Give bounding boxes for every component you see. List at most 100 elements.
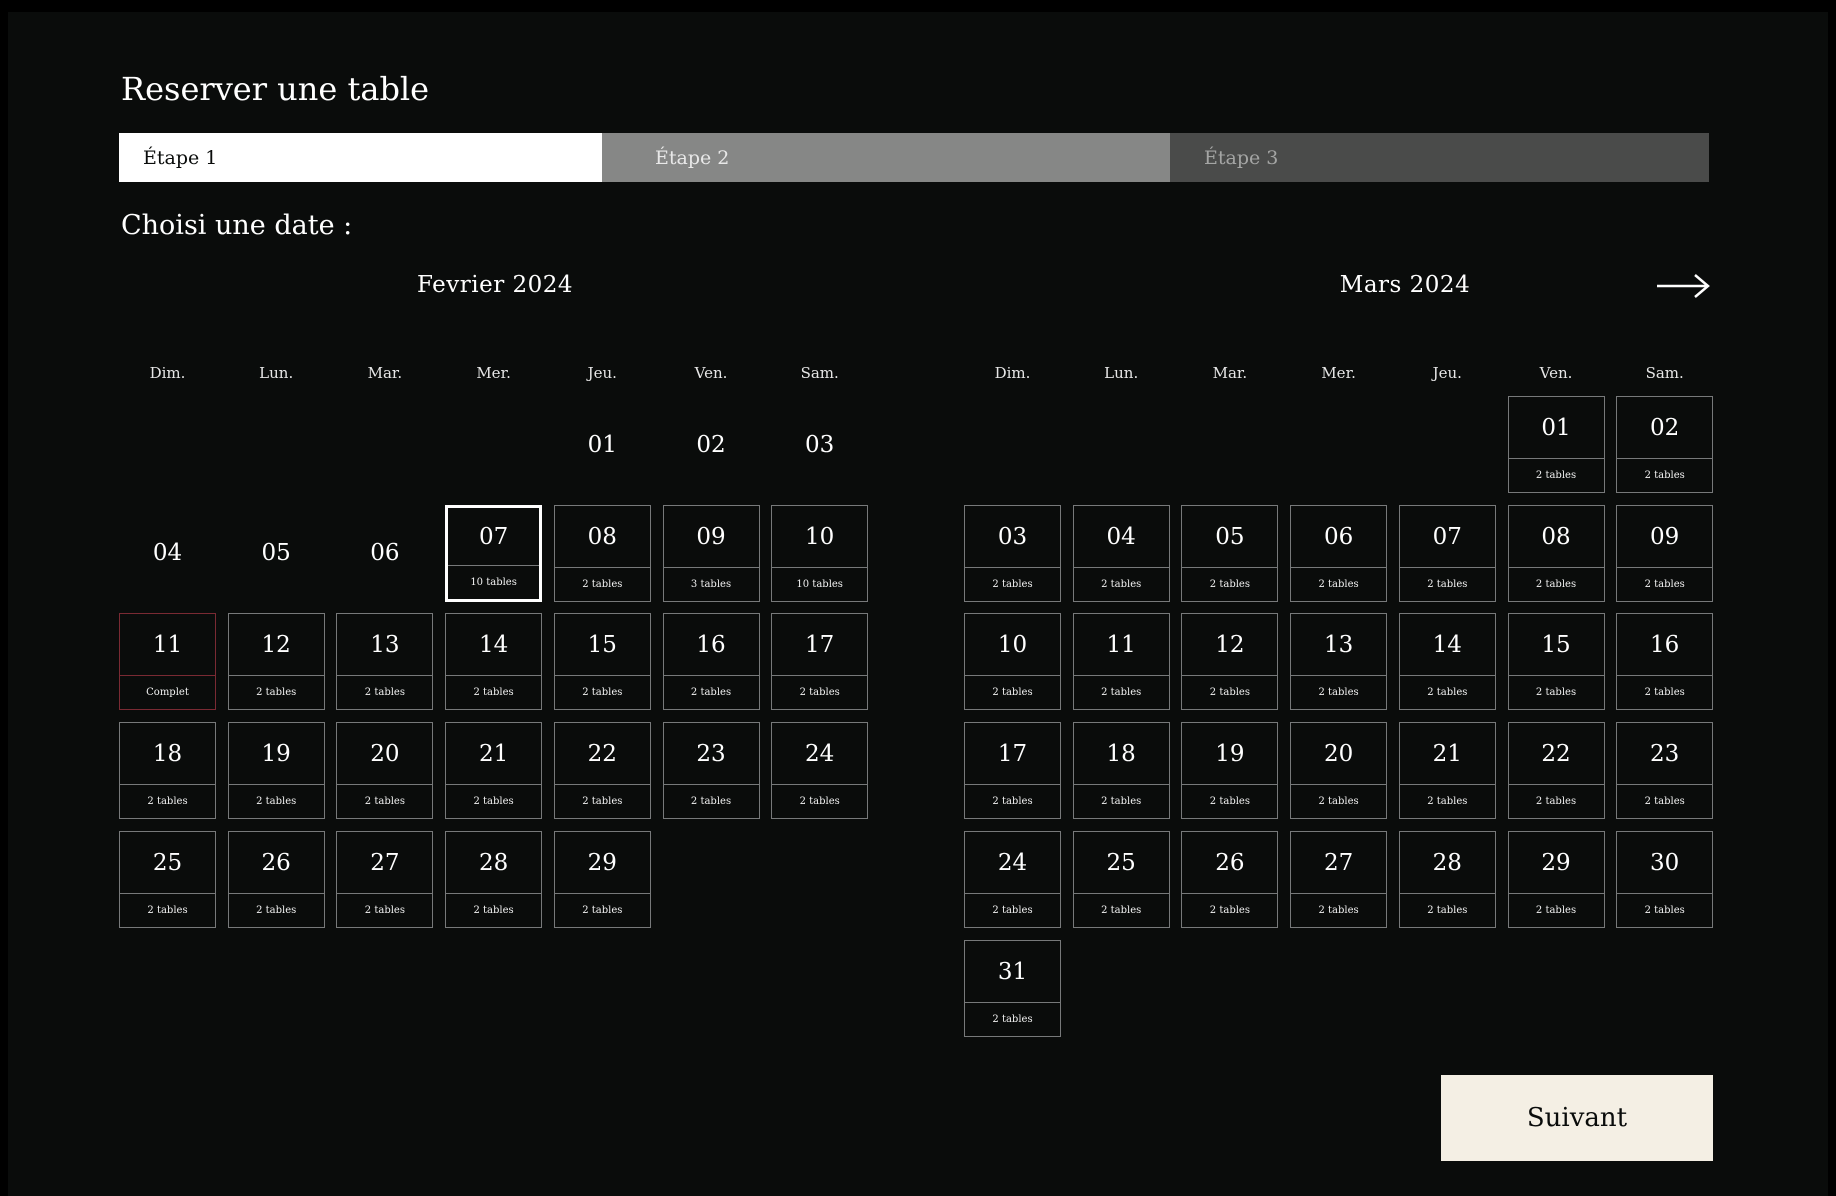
day-number: 07: [1432, 523, 1462, 550]
day-cell[interactable]: 27 2 tables: [336, 830, 434, 928]
day-cell[interactable]: 13 2 tables: [1290, 613, 1388, 711]
day-cell[interactable]: 18 2 tables: [1072, 722, 1170, 820]
weekday-label: Jeu.: [1432, 364, 1462, 382]
day-cell[interactable]: 16 2 tables: [1616, 613, 1714, 711]
day-cell[interactable]: 05 2 tables: [1181, 504, 1279, 602]
month-title: Fevrier 2024: [416, 272, 574, 298]
day-cell[interactable]: 01 2 tables: [1507, 396, 1605, 493]
day-cell[interactable]: 21 2 tables: [1398, 722, 1496, 820]
day-cell[interactable]: 08 2 tables: [553, 504, 651, 602]
day-cell[interactable]: 14 2 tables: [1398, 613, 1496, 711]
day-cell[interactable]: 13 2 tables: [336, 613, 434, 711]
day-availability: 2 tables: [554, 892, 650, 927]
day-availability: 2 tables: [1182, 566, 1278, 601]
step-progress-bar: Étape 1 Étape 2 Étape 3: [119, 133, 1709, 182]
day-availability: 2 tables: [120, 784, 215, 818]
day-availability: 10 tables: [772, 566, 868, 601]
day-cell[interactable]: 15 2 tables: [553, 613, 651, 711]
day-number: 21: [478, 741, 509, 768]
day-availability: 3 tables: [663, 566, 759, 601]
day-cell[interactable]: 26 2 tables: [1181, 830, 1279, 928]
day-cell[interactable]: 06 2 tables: [1290, 504, 1388, 602]
day-cell[interactable]: 16 2 tables: [662, 613, 760, 711]
day-cell[interactable]: 20 2 tables: [1290, 722, 1388, 820]
day-cell[interactable]: 17 2 tables: [771, 613, 869, 711]
day-cell-full[interactable]: 11 Complet: [119, 613, 216, 711]
day-number: 05: [1215, 523, 1245, 550]
day-number: 26: [1215, 849, 1245, 876]
day-cell[interactable]: 08 2 tables: [1507, 504, 1605, 602]
day-unavailable: 03: [805, 431, 835, 458]
day-availability: 2 tables: [1508, 892, 1604, 927]
day-cell[interactable]: 22 2 tables: [553, 722, 651, 820]
day-cell[interactable]: 29 2 tables: [1507, 830, 1605, 928]
day-cell[interactable]: 02 2 tables: [1616, 396, 1714, 493]
day-cell[interactable]: 14 2 tables: [445, 613, 543, 711]
day-cell[interactable]: 09 2 tables: [1616, 504, 1714, 602]
day-cell[interactable]: 30 2 tables: [1616, 830, 1714, 928]
day-cell[interactable]: 11 2 tables: [1072, 613, 1170, 711]
day-cell[interactable]: 07 2 tables: [1398, 504, 1496, 602]
day-number: 15: [587, 632, 617, 659]
day-number: 28: [1432, 849, 1462, 876]
day-cell[interactable]: 22 2 tables: [1507, 722, 1605, 820]
day-cell[interactable]: 25 2 tables: [1072, 830, 1170, 928]
day-cell[interactable]: 23 2 tables: [662, 722, 760, 820]
day-cell[interactable]: 31 2 tables: [964, 939, 1061, 1037]
day-number: 30: [1650, 849, 1680, 876]
day-cell[interactable]: 24 2 tables: [964, 830, 1061, 928]
day-cell[interactable]: 12 2 tables: [1181, 613, 1279, 711]
day-cell[interactable]: 03 2 tables: [964, 504, 1061, 602]
day-cell[interactable]: 19 2 tables: [227, 722, 325, 820]
arrow-right-icon[interactable]: [1655, 270, 1711, 302]
day-number: 19: [261, 741, 291, 768]
page-title: Reserver une table: [121, 70, 430, 108]
next-button[interactable]: Suivant: [1441, 1075, 1713, 1161]
day-cell[interactable]: 24 2 tables: [771, 722, 869, 820]
weekday-label: Mar.: [1212, 364, 1248, 382]
weekday-label: Sam.: [800, 364, 839, 382]
day-cell[interactable]: 17 2 tables: [964, 722, 1061, 820]
step-1[interactable]: Étape 1: [119, 133, 602, 182]
day-number: 24: [805, 741, 835, 768]
day-cell[interactable]: 15 2 tables: [1507, 613, 1605, 711]
step-2[interactable]: Étape 2: [602, 133, 1170, 182]
day-cell[interactable]: 19 2 tables: [1181, 722, 1279, 820]
day-number: 18: [1106, 741, 1136, 768]
step-3[interactable]: Étape 3: [1170, 133, 1709, 182]
day-cell-selected[interactable]: 07 10 tables: [445, 504, 543, 602]
day-unavailable: 04: [152, 540, 183, 567]
day-cell[interactable]: 28 2 tables: [445, 830, 543, 928]
day-cell[interactable]: 23 2 tables: [1616, 722, 1714, 820]
day-availability: 2 tables: [228, 892, 324, 927]
weekday-label: Lun.: [259, 364, 294, 382]
day-number: 16: [696, 632, 726, 659]
day-cell[interactable]: 28 2 tables: [1398, 830, 1496, 928]
day-cell[interactable]: 10 10 tables: [771, 504, 869, 602]
day-number: 20: [370, 741, 400, 768]
day-cell[interactable]: 12 2 tables: [227, 613, 325, 711]
day-number: 10: [805, 523, 835, 550]
day-number: 24: [997, 849, 1028, 876]
day-cell[interactable]: 21 2 tables: [445, 722, 543, 820]
day-cell[interactable]: 29 2 tables: [553, 830, 651, 928]
app-frame: [8, 12, 1828, 1196]
day-availability: 2 tables: [965, 566, 1060, 601]
day-number: 14: [478, 632, 509, 659]
day-availability: 2 tables: [554, 784, 650, 818]
day-availability: 2 tables: [1073, 892, 1169, 927]
day-cell[interactable]: 25 2 tables: [119, 830, 216, 928]
day-cell[interactable]: 26 2 tables: [227, 830, 325, 928]
day-cell[interactable]: 04 2 tables: [1072, 504, 1170, 602]
day-cell[interactable]: 09 3 tables: [662, 504, 760, 602]
day-cell[interactable]: 20 2 tables: [336, 722, 434, 820]
day-number: 04: [1106, 523, 1136, 550]
day-number: 13: [370, 632, 400, 659]
weekday-label: Mar.: [367, 364, 403, 382]
day-cell[interactable]: 10 2 tables: [964, 613, 1061, 711]
day-number: 22: [587, 741, 617, 768]
day-number: 03: [997, 523, 1028, 550]
day-cell[interactable]: 27 2 tables: [1290, 830, 1388, 928]
day-cell[interactable]: 18 2 tables: [119, 722, 216, 820]
day-number: 12: [1215, 632, 1245, 659]
